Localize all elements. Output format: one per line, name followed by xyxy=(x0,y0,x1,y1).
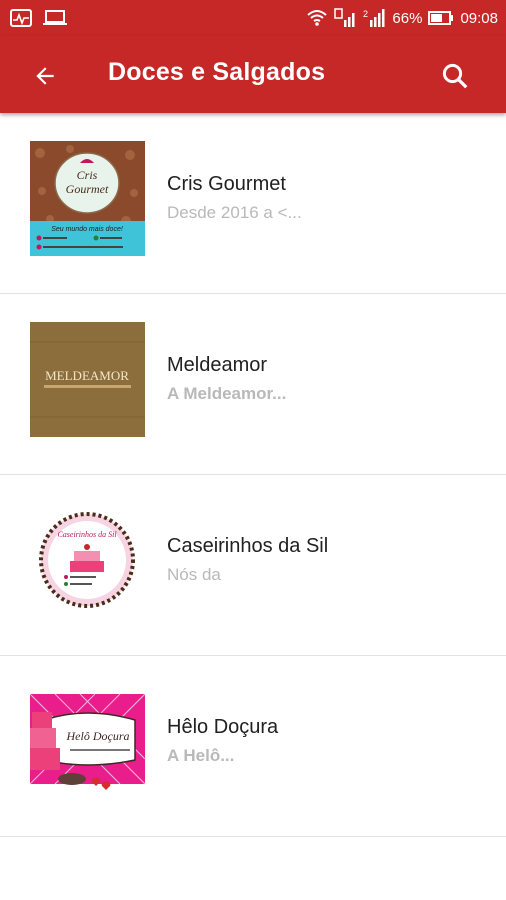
list-item[interactable]: Cris Gourmet Seu mundo mais doce! Cris G… xyxy=(0,113,506,294)
list-item[interactable]: MELDEAMOR Meldeamor A Meldeamor... xyxy=(0,294,506,475)
store-thumbnail: Caseirinhos da Sil xyxy=(30,503,145,618)
signal-sim2-icon: 2 xyxy=(363,9,385,27)
status-bar: 2 66% 09:08 xyxy=(0,0,506,36)
svg-text:2: 2 xyxy=(363,9,368,19)
store-thumbnail: MELDEAMOR xyxy=(30,322,145,437)
store-description: Nós da xyxy=(167,565,221,584)
svg-text:Cris: Cris xyxy=(77,168,98,182)
signal-sim1-icon xyxy=(334,8,355,27)
app-bar: Doces e Salgados xyxy=(0,36,506,113)
svg-text:Gourmet: Gourmet xyxy=(66,182,109,196)
page-title: Doces e Salgados xyxy=(108,58,326,86)
list-item[interactable]: Helô Doçura Hêlo Doçura A Helô... xyxy=(0,656,506,837)
store-name: Meldeamor xyxy=(167,354,268,376)
store-description: A Meldeamor... xyxy=(167,384,287,403)
laptop-icon xyxy=(43,10,67,25)
store-name: Hêlo Doçura xyxy=(167,716,279,738)
store-list: Cris Gourmet Seu mundo mais doce! Cris G… xyxy=(0,113,506,837)
store-thumbnail: Helô Doçura xyxy=(30,684,145,799)
battery-percent: 66% xyxy=(392,9,423,27)
store-name: Cris Gourmet xyxy=(167,173,286,195)
store-description: A Helô... xyxy=(167,746,235,765)
list-item[interactable]: Caseirinhos da Sil Caseirinhos da Sil Nó… xyxy=(0,475,506,656)
wifi-icon xyxy=(307,10,328,26)
svg-text:Caseirinhos da Sil: Caseirinhos da Sil xyxy=(57,530,117,539)
clock: 09:08 xyxy=(460,9,498,27)
store-description: Desde 2016 a <... xyxy=(167,203,302,222)
svg-text:Seu mundo mais doce!: Seu mundo mais doce! xyxy=(51,226,123,233)
arrow-back-icon xyxy=(36,67,54,85)
search-button[interactable] xyxy=(438,59,472,93)
svg-text:Helô Doçura: Helô Doçura xyxy=(66,729,130,743)
svg-text:MELDEAMOR: MELDEAMOR xyxy=(45,368,129,383)
store-name: Caseirinhos da Sil xyxy=(167,535,329,557)
search-icon xyxy=(442,63,468,89)
store-thumbnail: Cris Gourmet Seu mundo mais doce! xyxy=(30,141,145,256)
back-button[interactable] xyxy=(30,61,60,91)
activity-icon xyxy=(10,9,32,27)
battery-icon xyxy=(428,11,454,25)
